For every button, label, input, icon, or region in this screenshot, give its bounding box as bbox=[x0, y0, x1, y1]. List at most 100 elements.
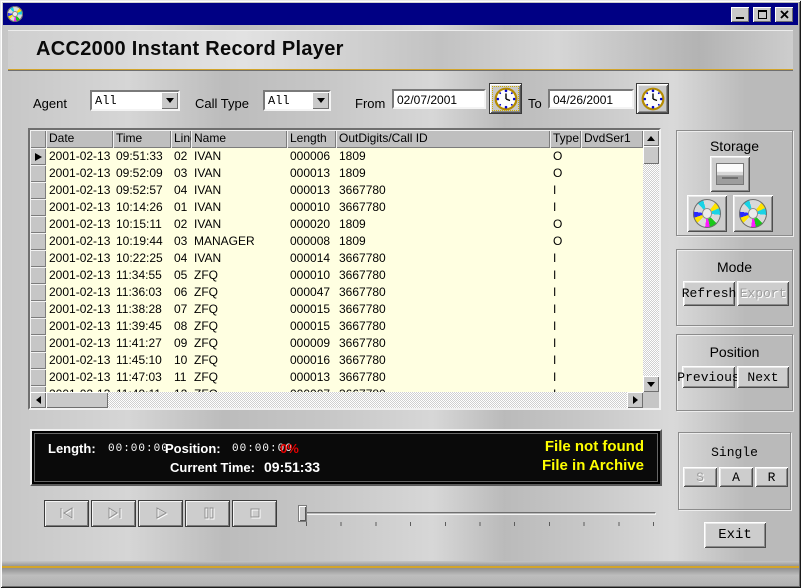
cell: 000015 bbox=[287, 318, 336, 335]
row-selector[interactable] bbox=[30, 301, 46, 318]
table-row[interactable]: 2001-02-1310:19:4403MANAGER0000081809O bbox=[30, 233, 643, 250]
horizontal-scrollbar-thumb[interactable] bbox=[46, 392, 108, 408]
play-button[interactable] bbox=[138, 500, 183, 527]
scroll-up-button[interactable] bbox=[643, 130, 659, 146]
s-button[interactable]: S bbox=[683, 467, 717, 487]
call-type-dropdown-button[interactable] bbox=[312, 92, 329, 109]
scroll-left-button[interactable] bbox=[30, 392, 46, 408]
table-row[interactable]: 2001-02-1311:45:1010ZFQ0000163667780I bbox=[30, 352, 643, 369]
cell: 1809 bbox=[336, 148, 550, 165]
row-selector[interactable] bbox=[30, 352, 46, 369]
cell bbox=[581, 301, 643, 318]
column-header[interactable]: DvdSer1 bbox=[581, 130, 643, 148]
column-header[interactable]: Date bbox=[46, 130, 113, 148]
page-title: ACC2000 Instant Record Player bbox=[36, 38, 344, 61]
skip-start-button[interactable] bbox=[44, 500, 89, 527]
cell: I bbox=[550, 318, 581, 335]
table-row[interactable]: 2001-02-1311:41:2709ZFQ0000093667780I bbox=[30, 335, 643, 352]
cell: 05 bbox=[171, 267, 191, 284]
table-row[interactable]: 2001-02-1311:47:0311ZFQ0000133667780I bbox=[30, 369, 643, 386]
minimize-button[interactable] bbox=[731, 7, 749, 22]
seek-slider[interactable] bbox=[296, 503, 658, 527]
row-selector[interactable] bbox=[30, 182, 46, 199]
maximize-button[interactable] bbox=[753, 7, 771, 22]
from-date-picker-button[interactable] bbox=[489, 83, 522, 114]
scroll-down-button[interactable] bbox=[643, 376, 659, 392]
current-row-arrow-icon bbox=[35, 153, 42, 161]
table-row[interactable]: 2001-02-1309:51:3302IVAN0000061809O bbox=[30, 148, 643, 165]
row-selector[interactable] bbox=[30, 165, 46, 182]
table-row[interactable]: 2001-02-1310:15:1102IVAN0000201809O bbox=[30, 216, 643, 233]
table-row[interactable]: 2001-02-1311:38:2807ZFQ0000153667780I bbox=[30, 301, 643, 318]
close-button[interactable] bbox=[775, 7, 793, 22]
cell: 11:47:03 bbox=[113, 369, 171, 386]
table-row[interactable]: 2001-02-1311:39:4508ZFQ0000153667780I bbox=[30, 318, 643, 335]
pause-button[interactable] bbox=[185, 500, 230, 527]
column-header[interactable]: Time bbox=[113, 130, 171, 148]
column-header[interactable]: Name bbox=[191, 130, 287, 148]
cd-icon bbox=[739, 199, 767, 228]
cell: 04 bbox=[171, 250, 191, 267]
row-selector[interactable] bbox=[30, 335, 46, 352]
to-date-picker-button[interactable] bbox=[636, 83, 669, 114]
export-button[interactable]: Export bbox=[737, 281, 789, 306]
agent-value: All bbox=[92, 92, 161, 109]
header-band: ACC2000 Instant Record Player bbox=[8, 30, 793, 69]
row-selector[interactable] bbox=[30, 369, 46, 386]
r-button[interactable]: R bbox=[755, 467, 788, 487]
row-selector[interactable] bbox=[30, 250, 46, 267]
cell bbox=[581, 267, 643, 284]
table-row[interactable]: 2001-02-1311:36:0306ZFQ0000473667780I bbox=[30, 284, 643, 301]
cd-storage-button-1[interactable] bbox=[687, 195, 727, 232]
vertical-scrollbar-thumb[interactable] bbox=[643, 146, 659, 164]
row-selector[interactable] bbox=[30, 267, 46, 284]
refresh-button[interactable]: Refresh bbox=[683, 281, 735, 306]
cell: 11 bbox=[171, 369, 191, 386]
next-button[interactable]: Next bbox=[737, 366, 789, 388]
current-row-indicator[interactable] bbox=[30, 148, 46, 165]
current-time-value: 09:51:33 bbox=[264, 459, 320, 475]
scroll-right-button[interactable] bbox=[627, 392, 643, 408]
cell bbox=[581, 250, 643, 267]
cell: I bbox=[550, 369, 581, 386]
vertical-scrollbar-track[interactable] bbox=[643, 164, 659, 376]
hdd-storage-button[interactable] bbox=[710, 156, 750, 192]
exit-button[interactable]: Exit bbox=[704, 522, 766, 548]
row-selector[interactable] bbox=[30, 233, 46, 250]
cell: 000013 bbox=[287, 369, 336, 386]
table-row[interactable]: 2001-02-1311:34:5505ZFQ0000103667780I bbox=[30, 267, 643, 284]
table-row[interactable]: 2001-02-1310:14:2601IVAN0000103667780I bbox=[30, 199, 643, 216]
cell bbox=[581, 233, 643, 250]
column-header[interactable]: OutDigits/Call ID bbox=[336, 130, 550, 148]
a-button[interactable]: A bbox=[719, 467, 753, 487]
agent-select[interactable]: All bbox=[90, 90, 180, 111]
slider-thumb[interactable] bbox=[298, 505, 307, 522]
cd-storage-button-2[interactable] bbox=[733, 195, 773, 232]
cell: 2001-02-13 bbox=[46, 335, 113, 352]
row-selector[interactable] bbox=[30, 318, 46, 335]
table-row[interactable]: 2001-02-1309:52:0903IVAN0000131809O bbox=[30, 165, 643, 182]
position-panel: Position Previous Next bbox=[676, 334, 793, 411]
call-type-select[interactable]: All bbox=[263, 90, 331, 111]
column-header[interactable]: Type bbox=[550, 130, 581, 148]
previous-button[interactable]: Previous bbox=[682, 366, 735, 388]
cell: 08 bbox=[171, 318, 191, 335]
stop-button[interactable] bbox=[232, 500, 277, 527]
horizontal-scrollbar[interactable] bbox=[30, 392, 643, 408]
row-selector[interactable] bbox=[30, 284, 46, 301]
skip-end-button[interactable] bbox=[91, 500, 136, 527]
cell: 1809 bbox=[336, 216, 550, 233]
slider-track[interactable] bbox=[302, 512, 656, 515]
table-row[interactable]: 2001-02-1310:22:2504IVAN0000143667780I bbox=[30, 250, 643, 267]
column-header[interactable]: Length bbox=[287, 130, 336, 148]
row-selector[interactable] bbox=[30, 216, 46, 233]
vertical-scrollbar[interactable] bbox=[643, 130, 659, 392]
to-date-input[interactable]: 04/26/2001 bbox=[548, 89, 634, 109]
row-selector[interactable] bbox=[30, 199, 46, 216]
from-date-input[interactable]: 02/07/2001 bbox=[392, 89, 486, 109]
agent-dropdown-button[interactable] bbox=[161, 92, 178, 109]
column-header[interactable]: Line bbox=[171, 130, 191, 148]
arrow-left-icon bbox=[36, 396, 41, 404]
horizontal-scrollbar-track[interactable] bbox=[108, 392, 627, 408]
table-row[interactable]: 2001-02-1309:52:5704IVAN0000133667780I bbox=[30, 182, 643, 199]
